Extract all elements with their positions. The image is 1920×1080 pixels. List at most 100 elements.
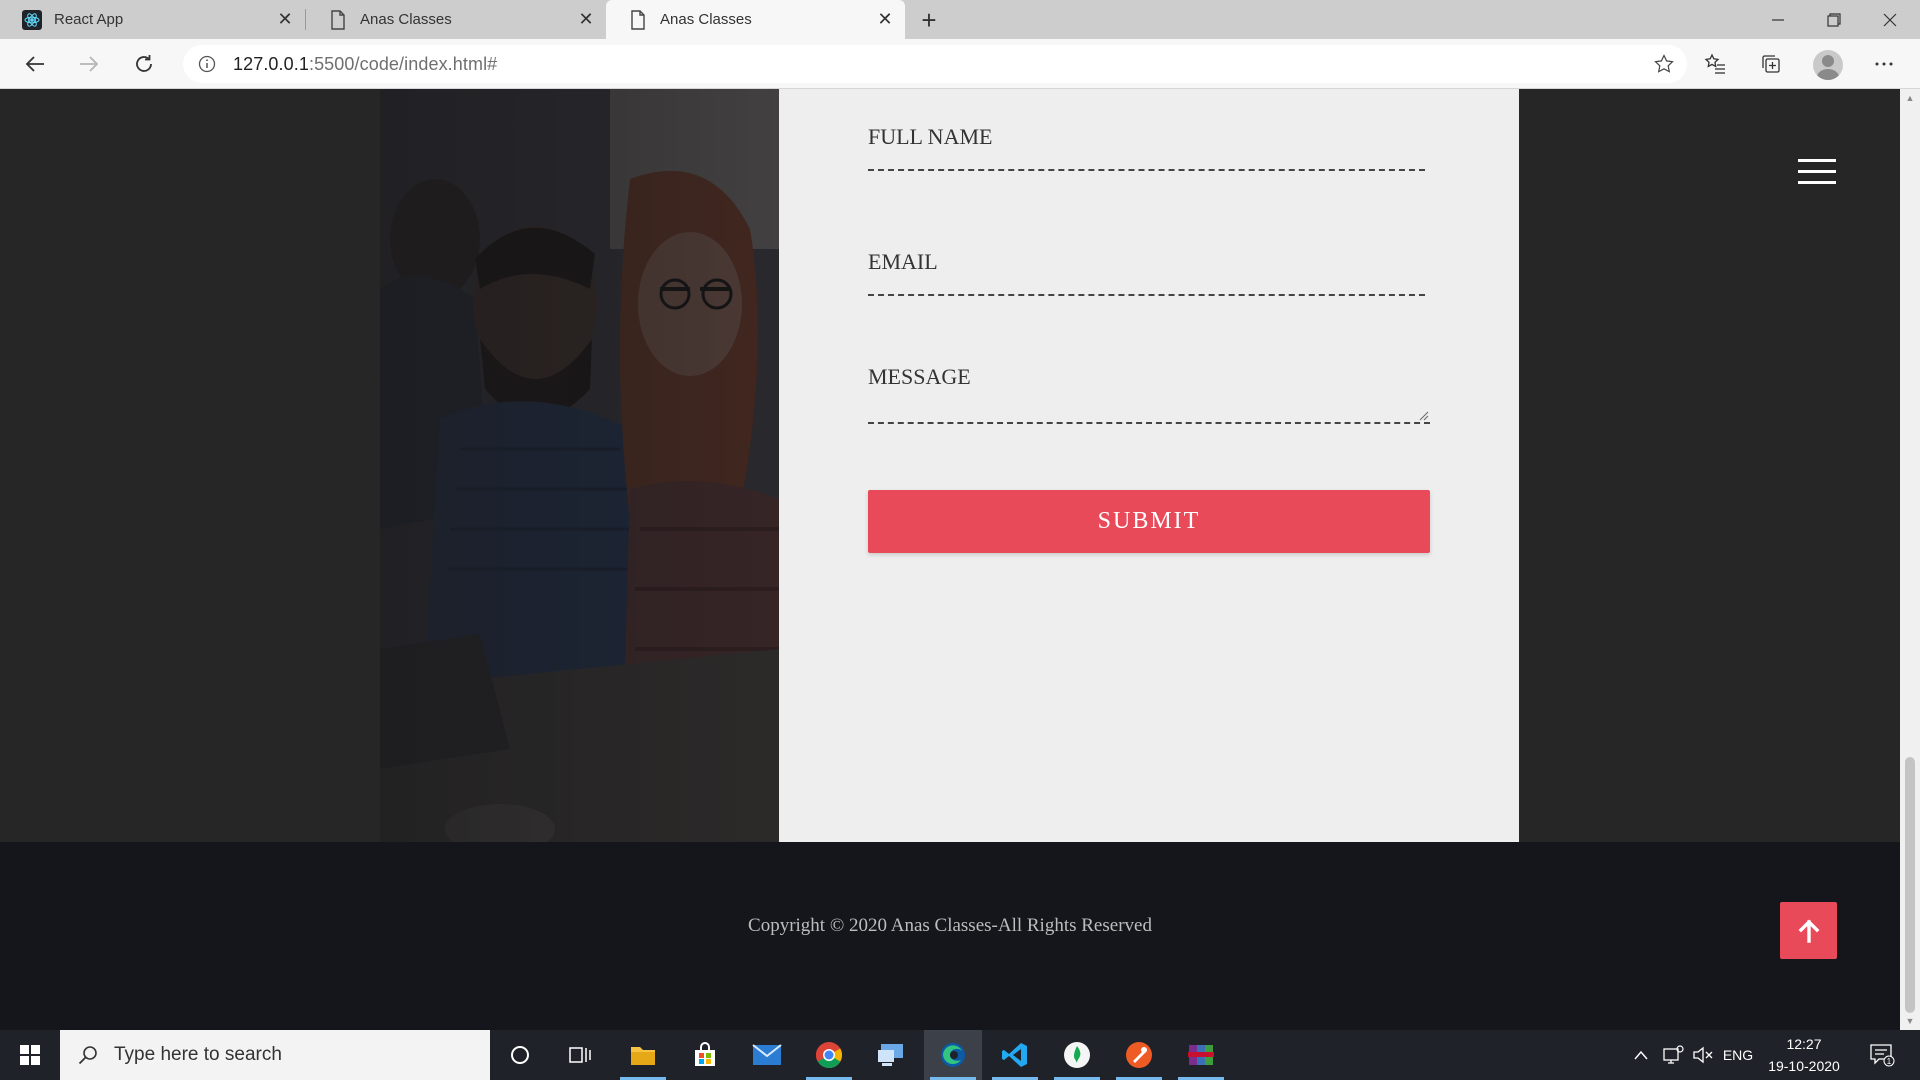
arrow-up-icon [1798, 919, 1819, 943]
postman-icon [1126, 1042, 1152, 1068]
scrollbar-thumb[interactable] [1905, 757, 1915, 1013]
taskbar-clock[interactable]: 12:27 19-10-2020 [1758, 1030, 1850, 1080]
page-viewport: FULL NAME EMAIL MESSAGE SUBMIT Copyright… [0, 89, 1900, 1030]
copyright-text: Copyright © 2020 Anas Classes-All Rights… [748, 915, 1152, 936]
tab-title: Anas Classes [660, 11, 752, 28]
contact-form: FULL NAME EMAIL MESSAGE SUBMIT [779, 89, 1519, 842]
start-button[interactable] [0, 1030, 60, 1080]
task-view-icon [569, 1047, 591, 1063]
chevron-up-icon [1634, 1050, 1648, 1060]
volume-button[interactable] [1688, 1030, 1718, 1080]
tab-title: Anas Classes [360, 11, 452, 28]
folder-icon [631, 1047, 655, 1065]
close-icon[interactable]: ✕ [871, 6, 899, 34]
taskbar-search[interactable]: Type here to search [60, 1030, 490, 1080]
menu-line [1798, 159, 1836, 162]
textarea-resize-grip-icon[interactable] [1417, 409, 1429, 421]
close-icon[interactable]: ✕ [271, 6, 299, 34]
menu-line [1798, 181, 1836, 184]
scroll-down-arrow-icon[interactable]: ▼ [1905, 1016, 1915, 1026]
tab-anas-classes[interactable]: Anas Classes ✕ [306, 0, 606, 39]
mongodb-app[interactable] [1048, 1030, 1106, 1080]
back-arrow-icon [25, 56, 44, 72]
notification-center-button[interactable]: 1 [1862, 1030, 1902, 1080]
restore-button[interactable] [1806, 0, 1862, 39]
close-icon[interactable]: ✕ [572, 6, 600, 34]
windows-taskbar: Type here to search ENG 12:27 19-10-2020… [0, 1030, 1920, 1080]
close-window-button[interactable] [1862, 0, 1918, 39]
favorite-star-icon[interactable] [1653, 53, 1675, 75]
notification-count: 1 [1887, 1057, 1892, 1066]
task-view-button[interactable] [551, 1030, 609, 1080]
computer-network-icon [878, 1044, 903, 1066]
tab-react-app[interactable]: React App ✕ [0, 0, 305, 39]
collections-icon [1762, 55, 1780, 73]
scroll-to-top-button[interactable] [1780, 902, 1837, 959]
message-label: MESSAGE [868, 364, 971, 389]
tab-title: React App [54, 11, 124, 28]
battery-network-button[interactable] [1658, 1030, 1688, 1080]
address-bar[interactable]: 127.0.0.1:5500/code/index.html# [183, 45, 1687, 83]
info-icon[interactable] [197, 54, 217, 74]
url-text: 127.0.0.1:5500/code/index.html# [233, 54, 497, 75]
url-path: :5500/code/index.html# [308, 53, 498, 74]
postman-app[interactable] [1110, 1030, 1168, 1080]
refresh-icon [136, 55, 152, 72]
tab-anas-classes-active[interactable]: Anas Classes ✕ [606, 0, 905, 39]
url-host: 127.0.0.1 [233, 53, 309, 74]
settings-more-button[interactable] [1865, 45, 1903, 83]
minimize-button[interactable] [1750, 0, 1806, 39]
cortana-button[interactable] [491, 1030, 549, 1080]
mail-envelope-icon [752, 1044, 782, 1065]
file-explorer-app[interactable] [614, 1030, 672, 1080]
notification-icon: 1 [1870, 1044, 1895, 1067]
forward-button[interactable] [70, 45, 108, 83]
winrar-app[interactable] [1172, 1030, 1230, 1080]
email-input[interactable] [868, 272, 1425, 296]
contact-section: FULL NAME EMAIL MESSAGE SUBMIT [0, 89, 1900, 842]
edge-browser-icon [941, 1043, 965, 1067]
chrome-icon [815, 1042, 843, 1069]
submit-button[interactable]: SUBMIT [868, 490, 1430, 553]
speaker-muted-icon [1693, 1046, 1713, 1064]
cortana-circle-icon [511, 1046, 529, 1064]
language-indicator[interactable]: ENG [1718, 1030, 1758, 1080]
team-photo [380, 89, 779, 842]
search-icon [76, 1043, 100, 1067]
mongodb-leaf-icon [1064, 1042, 1090, 1068]
page-scrollbar[interactable]: ▲ ▼ [1900, 89, 1920, 1030]
page-icon [628, 9, 648, 30]
more-dots-icon [1875, 62, 1893, 66]
windows-logo-icon [20, 1045, 40, 1065]
message-textarea[interactable] [868, 389, 1430, 424]
menu-line [1798, 170, 1836, 173]
favorites-button[interactable] [1696, 45, 1734, 83]
clock-time: 12:27 [1786, 1036, 1822, 1052]
archive-books-icon [1188, 1045, 1214, 1065]
browser-tab-bar: React App ✕ Anas Classes ✕ Anas Classes … [0, 0, 1920, 39]
hamburger-menu-icon[interactable] [1798, 159, 1836, 185]
store-app[interactable] [676, 1030, 734, 1080]
network-icon [1663, 1045, 1684, 1064]
refresh-button[interactable] [125, 45, 163, 83]
back-button[interactable] [16, 45, 54, 83]
new-tab-button[interactable]: + [913, 4, 945, 36]
mail-app[interactable] [738, 1030, 796, 1080]
react-icon [22, 9, 42, 30]
page-icon [328, 9, 348, 30]
page-footer: Copyright © 2020 Anas Classes-All Rights… [0, 842, 1900, 1030]
remote-app[interactable] [862, 1030, 920, 1080]
collections-button[interactable] [1752, 45, 1790, 83]
browser-nav-bar: 127.0.0.1:5500/code/index.html# [0, 39, 1920, 89]
full-name-input[interactable] [868, 147, 1425, 171]
favorites-list-icon [1704, 53, 1725, 74]
profile-avatar[interactable] [1813, 50, 1843, 80]
scroll-up-arrow-icon[interactable]: ▲ [1905, 93, 1915, 103]
search-placeholder: Type here to search [114, 1044, 282, 1065]
chrome-app[interactable] [800, 1030, 858, 1080]
vscode-app[interactable] [986, 1030, 1044, 1080]
edge-app[interactable] [924, 1030, 982, 1080]
clock-date: 19-10-2020 [1768, 1058, 1840, 1074]
vscode-icon [1002, 1043, 1027, 1067]
show-hidden-icons-button[interactable] [1626, 1030, 1656, 1080]
